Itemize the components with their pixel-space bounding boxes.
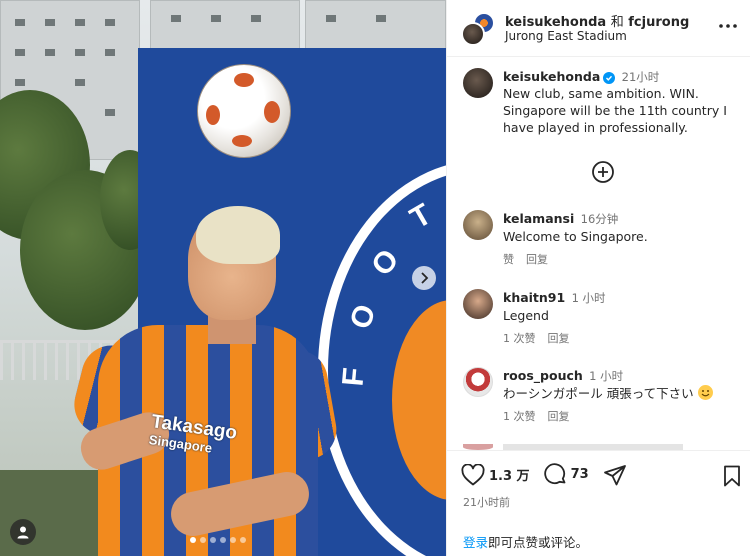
comment-actions: 赞 回复 <box>503 251 548 267</box>
post-side-panel: keisukehonda 和 fcjurong Jurong East Stad… <box>446 0 750 556</box>
comment-time: 1 小时 <box>589 369 624 383</box>
comment-header: kelamansi 16分钟 <box>503 211 618 227</box>
comment-actions: 1 次赞 回复 <box>503 408 570 424</box>
carousel-dot <box>220 537 226 543</box>
comment-reply-button[interactable]: 回复 <box>526 251 548 267</box>
avatar[interactable] <box>463 289 493 319</box>
comment-text: Legend <box>503 308 549 323</box>
comment-like-count[interactable]: 1 次赞 <box>503 408 536 424</box>
post-photo[interactable]: F O O T Takasago Singapore <box>0 0 446 556</box>
heart-icon <box>461 463 485 485</box>
avatar[interactable] <box>463 68 493 98</box>
action-icons: 1.3 万 73 <box>461 463 627 486</box>
tagged-users-button[interactable] <box>10 519 36 545</box>
carousel-dot <box>190 537 196 543</box>
player-hair <box>196 206 280 264</box>
more-horizontal-icon <box>719 24 737 28</box>
avatar[interactable] <box>463 367 493 397</box>
caption-text: New club, same ambition. WIN. Singapore … <box>503 86 727 135</box>
caption-username-link[interactable]: keisukehonda <box>503 69 600 84</box>
collaborator-username-link[interactable]: fcjurong <box>628 15 689 30</box>
bookmark-icon <box>724 465 740 487</box>
plus-circle-icon <box>592 161 614 183</box>
user-icon <box>17 526 29 539</box>
caption-header: keisukehonda 21小时 <box>503 69 659 85</box>
comment-header: khaitn91 1 小时 <box>503 290 606 306</box>
location-link[interactable]: Jurong East Stadium <box>505 29 627 43</box>
carousel-dot <box>200 537 206 543</box>
comment-text-row: わーシンガポール 頑張って下さい <box>503 385 739 402</box>
crest-letter: F <box>336 366 371 388</box>
carousel-next-button[interactable] <box>412 266 436 290</box>
carousel-indicator <box>190 537 246 543</box>
smile-emoji-icon <box>697 385 713 400</box>
comment-time: 16分钟 <box>580 212 619 226</box>
comment-username-link[interactable]: kelamansi <box>503 211 574 226</box>
comment-reply-button[interactable]: 回复 <box>548 330 570 346</box>
avatar[interactable] <box>463 210 493 240</box>
author-avatars[interactable] <box>461 12 495 46</box>
post-authors: keisukehonda 和 fcjurong <box>505 11 689 30</box>
login-prompt: 登录即可点赞或评论。 <box>463 532 588 551</box>
load-more-comments-button[interactable] <box>591 160 615 184</box>
comment-username-link[interactable]: khaitn91 <box>503 290 565 305</box>
post-timestamp[interactable]: 21小时前 <box>463 494 510 510</box>
chevron-right-icon <box>421 272 429 284</box>
comment-button[interactable] <box>543 463 567 486</box>
caption-time: 21小时 <box>621 70 660 84</box>
football <box>197 64 291 158</box>
comment-username-link[interactable]: roos_pouch <box>503 368 583 383</box>
save-button[interactable] <box>723 465 741 491</box>
verified-badge-icon <box>603 72 616 84</box>
comment-like-count[interactable]: 1 次赞 <box>503 330 536 346</box>
more-options-button[interactable] <box>715 16 741 36</box>
carousel-dot <box>240 537 246 543</box>
login-link[interactable]: 登录 <box>463 535 488 550</box>
comment-time: 1 小时 <box>571 291 606 305</box>
comment-reply-button[interactable]: 回复 <box>548 408 570 424</box>
comment-text: わーシンガポール 頑張って下さい <box>503 386 694 401</box>
author-conjunction: 和 <box>610 15 624 30</box>
carousel-dot <box>210 537 216 543</box>
comment-text: Welcome to Singapore. <box>503 229 648 244</box>
login-prompt-text: 即可点赞或评论。 <box>488 535 589 550</box>
like-button[interactable] <box>461 463 485 486</box>
comment-header: roos_pouch 1 小时 <box>503 368 623 384</box>
author-username-link[interactable]: keisukehonda <box>505 15 606 30</box>
post-actions-bar: 1.3 万 73 21小时前 登录即可点赞或评论。 <box>447 450 750 556</box>
avatar <box>461 22 485 46</box>
carousel-dot <box>230 537 236 543</box>
share-button[interactable] <box>603 464 627 486</box>
comments-count[interactable]: 73 <box>571 467 589 482</box>
comment-like-button[interactable]: 赞 <box>503 251 514 267</box>
post-header: keisukehonda 和 fcjurong Jurong East Stad… <box>447 0 750 57</box>
comments-list: keisukehonda 21小时 New club, same ambitio… <box>447 58 750 450</box>
likes-count[interactable]: 1.3 万 <box>489 465 530 484</box>
comment-actions: 1 次赞 回复 <box>503 330 570 346</box>
comment-bubble-icon <box>543 463 565 485</box>
send-icon <box>603 464 626 485</box>
